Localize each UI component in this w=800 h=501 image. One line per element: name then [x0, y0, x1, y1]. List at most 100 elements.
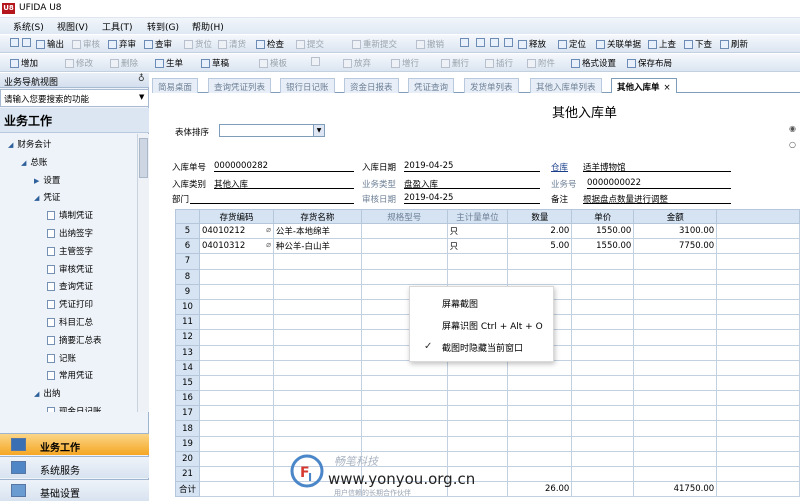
- menu-goto[interactable]: 转到(G): [147, 20, 179, 33]
- nav-tree-item[interactable]: 记账: [47, 352, 76, 364]
- attachment-icon[interactable]: ⌀: [266, 225, 271, 234]
- nav-tree-item[interactable]: 查询凭证: [47, 280, 93, 292]
- cell-price[interactable]: [571, 450, 635, 468]
- table-row[interactable]: 16: [175, 390, 800, 407]
- cell-qty[interactable]: [507, 268, 573, 285]
- cell-qty[interactable]: [507, 359, 573, 376]
- tab-other-inbound[interactable]: 其他入库单 ×: [611, 78, 677, 93]
- cell-spec[interactable]: [360, 435, 448, 452]
- cell-amount[interactable]: [633, 374, 718, 392]
- nav-button-system-service[interactable]: 系统服务: [0, 456, 149, 478]
- cell-name[interactable]: [272, 283, 362, 300]
- toolbar-button-save[interactable]: [311, 57, 320, 66]
- menu-view[interactable]: 视图(V): [57, 20, 88, 33]
- chevron-down-icon[interactable]: ▼: [313, 125, 324, 136]
- cell-price[interactable]: [571, 268, 635, 285]
- cell-amount[interactable]: [633, 329, 718, 346]
- cell-name[interactable]: [272, 405, 362, 422]
- cell-amount[interactable]: [633, 465, 718, 483]
- cell-price[interactable]: [571, 405, 635, 422]
- tab-delivery-list[interactable]: 发货单列表: [464, 78, 519, 93]
- tab-fund-daily-report[interactable]: 资金日报表: [344, 78, 399, 93]
- cell-price[interactable]: [571, 420, 635, 437]
- nav-tree-item[interactable]: 主管签字: [47, 245, 93, 257]
- cell-name[interactable]: [272, 253, 362, 270]
- tab-simple-desktop[interactable]: 简易桌面: [152, 78, 199, 93]
- toolbar-button-attachment[interactable]: 附件: [527, 57, 555, 69]
- cell-spec[interactable]: [360, 374, 448, 392]
- close-icon[interactable]: ×: [664, 83, 671, 93]
- menu-tools[interactable]: 工具(T): [102, 20, 133, 33]
- table-row[interactable]: 15: [175, 374, 800, 392]
- toolbar-button-release[interactable]: 释放: [518, 38, 546, 50]
- cell-price[interactable]: [571, 435, 635, 452]
- cell-code[interactable]: [198, 283, 274, 300]
- cell-spec[interactable]: [360, 420, 448, 437]
- menu-item-hide-window[interactable]: 截图时隐藏当前窗口: [442, 341, 523, 354]
- nav-tree-item[interactable]: 填制凭证: [47, 209, 93, 221]
- cell-name[interactable]: [272, 374, 362, 392]
- col-inventory-code[interactable]: 存货编码: [198, 209, 274, 224]
- cell-amount[interactable]: [633, 268, 718, 285]
- toolbar-button-trace-up[interactable]: 上查: [648, 38, 676, 50]
- cell-amount[interactable]: [633, 359, 718, 376]
- cell-unit[interactable]: 只: [446, 222, 509, 240]
- warehouse-field[interactable]: 适羊博物馆: [583, 161, 731, 173]
- toolbar-button-next[interactable]: [490, 38, 499, 47]
- nav-tree-item[interactable]: 凭证打印: [47, 298, 93, 310]
- cell-name[interactable]: [272, 329, 362, 346]
- cell-amount[interactable]: [633, 314, 718, 331]
- cell-code[interactable]: [198, 314, 274, 331]
- in-date-field[interactable]: 2019-04-25: [404, 161, 540, 172]
- cell-price[interactable]: 1550.00: [571, 222, 635, 240]
- toolbar-button-save-layout[interactable]: 保存布局: [627, 57, 672, 69]
- toolbar-button-first[interactable]: [460, 38, 469, 47]
- cell-name[interactable]: [272, 390, 362, 407]
- pin-icon[interactable]: ♁: [138, 74, 145, 84]
- nav-tree-scrollbar[interactable]: [137, 134, 149, 412]
- col-inventory-name[interactable]: 存货名称: [272, 209, 362, 224]
- cell-price[interactable]: [571, 314, 635, 331]
- nav-tree-item[interactable]: 出纳签字: [47, 227, 93, 239]
- cell-unit[interactable]: [446, 253, 509, 270]
- menu-item-screen-ocr[interactable]: 屏幕识图 Ctrl + Alt + O: [442, 319, 543, 332]
- cell-spec[interactable]: [360, 222, 448, 240]
- attachment-icon[interactable]: ⌀: [266, 240, 271, 249]
- cell-code[interactable]: [198, 329, 274, 346]
- cell-name[interactable]: [272, 314, 362, 331]
- tab-voucher-query-list[interactable]: 查询凭证列表: [208, 78, 272, 93]
- toolbar-button-add[interactable]: 增加: [10, 57, 38, 69]
- toolbar-button-check-audit[interactable]: 查审: [144, 38, 172, 50]
- cell-price[interactable]: [571, 344, 635, 361]
- radio-option-1[interactable]: ◉: [789, 124, 796, 133]
- collapse-icon[interactable]: ◢: [34, 390, 39, 398]
- cell-amount[interactable]: [633, 390, 718, 407]
- cell-code[interactable]: [198, 344, 274, 361]
- menu-help[interactable]: 帮助(H): [192, 20, 224, 33]
- table-row[interactable]: 8: [175, 268, 800, 285]
- cell-qty[interactable]: [507, 390, 573, 407]
- cell-name[interactable]: 种公羊-白山羊: [272, 238, 362, 255]
- col-unit[interactable]: 主计量单位: [446, 209, 509, 224]
- cell-unit[interactable]: [446, 268, 509, 285]
- cell-amount[interactable]: [633, 344, 718, 361]
- in-no-field[interactable]: 0000000282: [214, 161, 354, 172]
- toolbar-button-delete-row[interactable]: 删行: [441, 57, 469, 69]
- cell-price[interactable]: [571, 329, 635, 346]
- toolbar-button-trace-down[interactable]: 下查: [684, 38, 712, 50]
- toolbar-button-prev[interactable]: [476, 38, 485, 47]
- cell-amount[interactable]: [633, 253, 718, 270]
- cell-code[interactable]: [198, 253, 274, 270]
- cell-amount[interactable]: [633, 298, 718, 316]
- toolbar-button-preview[interactable]: [22, 38, 31, 47]
- table-row[interactable]: 5 ⌀ 04010212 公羊-本地绵羊 只 2.00 1550.00 3100.00: [175, 222, 800, 240]
- cell-code[interactable]: ⌀ 04010212: [198, 222, 274, 240]
- cell-code[interactable]: [198, 298, 274, 316]
- menu-item-screenshot[interactable]: 屏幕截图: [442, 297, 478, 310]
- toolbar-button-submit[interactable]: 提交: [296, 38, 324, 50]
- cell-name[interactable]: [272, 298, 362, 316]
- cell-code[interactable]: [198, 420, 274, 437]
- toolbar-button-location[interactable]: 货位: [184, 38, 212, 50]
- nav-tree-item[interactable]: 科目汇总: [47, 316, 93, 328]
- remark-field[interactable]: 根据盘点数量进行调整: [583, 193, 731, 205]
